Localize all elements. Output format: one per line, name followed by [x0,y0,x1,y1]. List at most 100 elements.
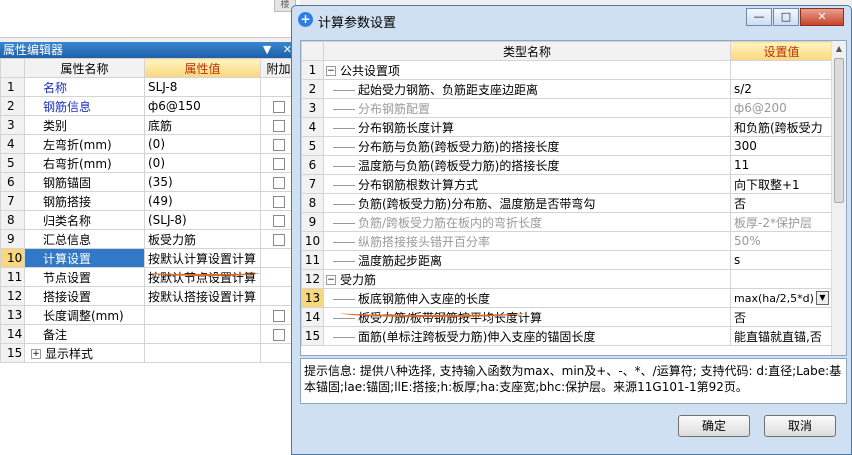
cancel-button[interactable]: 取消 [764,415,836,437]
extra-checkbox[interactable] [272,138,285,151]
param-row[interactable]: 2 起始受力钢筋、负筋距支座边距离 s/2 [301,79,833,99]
property-value[interactable] [144,324,261,344]
property-value[interactable]: SLJ-8 [144,77,261,97]
property-value[interactable]: 按默认搭接设置计算 [144,286,261,306]
param-value[interactable]: 否 [730,307,833,327]
param-value[interactable]: ф6@200 [730,98,833,118]
param-value[interactable]: 向下取整+1 [730,174,833,194]
minimize-button[interactable]: — [746,8,772,26]
scroll-thumb[interactable] [834,58,844,203]
param-row[interactable]: 15 面筋(单标注跨板受力筋)伸入支座的锚固长度 能直锚就直锚,否 [301,326,833,346]
param-row[interactable]: 9 负筋/跨板受力筋在板内的弯折长度 板厚-2*保护层 [301,212,833,232]
param-name-text: 负筋(跨板受力筋)分布筋、温度筋是否带弯勾 [358,196,596,211]
extra-checkbox[interactable] [272,100,285,113]
collapse-icon[interactable]: − [326,66,336,76]
combo-value[interactable]: max(ha/2,5*d) [734,292,814,305]
property-row[interactable]: 10 计算设置 按默认计算设置计算 [0,248,297,268]
param-name-text: 负筋/跨板受力筋在板内的弯折长度 [358,215,543,230]
property-value[interactable]: (49) [144,191,261,211]
property-row[interactable]: 9 汇总信息 板受力筋 [0,229,297,249]
param-value[interactable]: 300 [730,136,833,156]
group-row[interactable]: 1− 公共设置项 [301,60,833,80]
property-row[interactable]: 15 + 显示样式 [0,343,297,363]
close-button[interactable]: ✕ [800,8,844,26]
header-property-value: 属性值 [144,58,261,78]
row-number: 3 [301,98,324,118]
param-value[interactable] [730,269,833,289]
param-value[interactable]: s [730,250,833,270]
param-row[interactable]: 7 分布钢筋根数计算方式 向下取整+1 [301,174,833,194]
param-value[interactable]: 能直锚就直锚,否 [730,326,833,346]
param-name-text: 温度筋起步距离 [358,253,443,268]
param-value[interactable]: 板厚-2*保护层 [730,212,833,232]
annotation-underline-calc-setting [150,270,260,276]
header-index [301,41,324,61]
property-name-text: 备注 [43,327,68,342]
extra-checkbox[interactable] [272,309,285,322]
param-name: 板底钢筋伸入支座的长度 [323,288,731,308]
extra-checkbox[interactable] [272,195,285,208]
param-value[interactable]: 11 [730,155,833,175]
tree-connector [333,165,355,167]
property-value[interactable]: (35) [144,172,261,192]
param-value[interactable]: 和负筋(跨板受力 [730,117,833,137]
vertical-scrollbar[interactable]: ▲ [831,41,846,355]
maximize-button[interactable]: □ [773,8,799,26]
param-row[interactable]: 13 板底钢筋伸入支座的长度 max(ha/2,5*d) ▼ [301,288,833,308]
property-row[interactable]: 1 名称 SLJ-8 [0,77,297,97]
collapse-icon[interactable]: − [326,275,336,285]
property-value[interactable]: (0) [144,153,261,173]
property-name-text: 搭接设置 [43,289,92,304]
property-row[interactable]: 6 钢筋锚固 (35) [0,172,297,192]
property-value[interactable]: (SLJ-8) [144,210,261,230]
param-value[interactable]: 否 [730,193,833,213]
extra-checkbox[interactable] [272,233,285,246]
property-row[interactable]: 3 类别 底筋 [0,115,297,135]
row-number: 3 [0,115,25,135]
plus-circle-icon: + [298,12,313,27]
expand-icon[interactable]: + [31,349,41,359]
param-row[interactable]: 11 温度筋起步距离 s [301,250,833,270]
header-property-name: 属性名称 [24,58,145,78]
param-value[interactable]: s/2 [730,79,833,99]
property-name-text: 钢筋信息 [43,99,92,114]
property-row[interactable]: 5 右弯折(mm) (0) [0,153,297,173]
property-value[interactable] [144,305,261,325]
param-name: 分布筋与负筋(跨板受力筋)的搭接长度 [323,136,731,156]
property-row[interactable]: 8 归类名称 (SLJ-8) [0,210,297,230]
group-row[interactable]: 12− 受力筋 [301,269,833,289]
property-row[interactable]: 14 备注 [0,324,297,344]
param-value-combo[interactable]: max(ha/2,5*d) ▼ [734,291,829,305]
row-number: 7 [0,191,25,211]
param-row[interactable]: 3 分布钢筋配置 ф6@200 [301,98,833,118]
property-value[interactable]: 按默认计算设置计算 [144,248,261,268]
param-value[interactable] [730,60,833,80]
property-value[interactable] [144,343,261,363]
param-value[interactable]: 50% [730,231,833,251]
scroll-up-icon[interactable]: ▲ [832,41,846,56]
extra-checkbox[interactable] [272,157,285,170]
extra-checkbox[interactable] [272,119,285,132]
param-row[interactable]: 5 分布筋与负筋(跨板受力筋)的搭接长度 300 [301,136,833,156]
param-row[interactable]: 6 温度筋与负筋(跨板受力筋)的搭接长度 11 [301,155,833,175]
param-row[interactable]: 8 负筋(跨板受力筋)分布筋、温度筋是否带弯勾 否 [301,193,833,213]
property-value[interactable]: ф6@150 [144,96,261,116]
ok-button[interactable]: 确定 [678,415,750,437]
property-value[interactable]: 底筋 [144,115,261,135]
param-row[interactable]: 4 分布钢筋长度计算 和负筋(跨板受力 [301,117,833,137]
property-row[interactable]: 12 搭接设置 按默认搭接设置计算 [0,286,297,306]
param-name: 纵筋搭接接头错开百分率 [323,231,731,251]
extra-checkbox[interactable] [272,176,285,189]
dropdown-arrow-icon[interactable]: ▼ [816,291,829,305]
param-row[interactable]: 10 纵筋搭接接头错开百分率 50% [301,231,833,251]
param-value[interactable]: max(ha/2,5*d) ▼ [730,288,833,308]
property-value[interactable]: 板受力筋 [144,229,261,249]
property-row[interactable]: 2 钢筋信息 ф6@150 [0,96,297,116]
pin-icon[interactable]: ▼ [263,43,271,56]
property-value[interactable]: (0) [144,134,261,154]
extra-checkbox[interactable] [272,214,285,227]
property-row[interactable]: 4 左弯折(mm) (0) [0,134,297,154]
property-row[interactable]: 7 钢筋搭接 (49) [0,191,297,211]
extra-checkbox[interactable] [272,328,285,341]
property-row[interactable]: 13 长度调整(mm) [0,305,297,325]
